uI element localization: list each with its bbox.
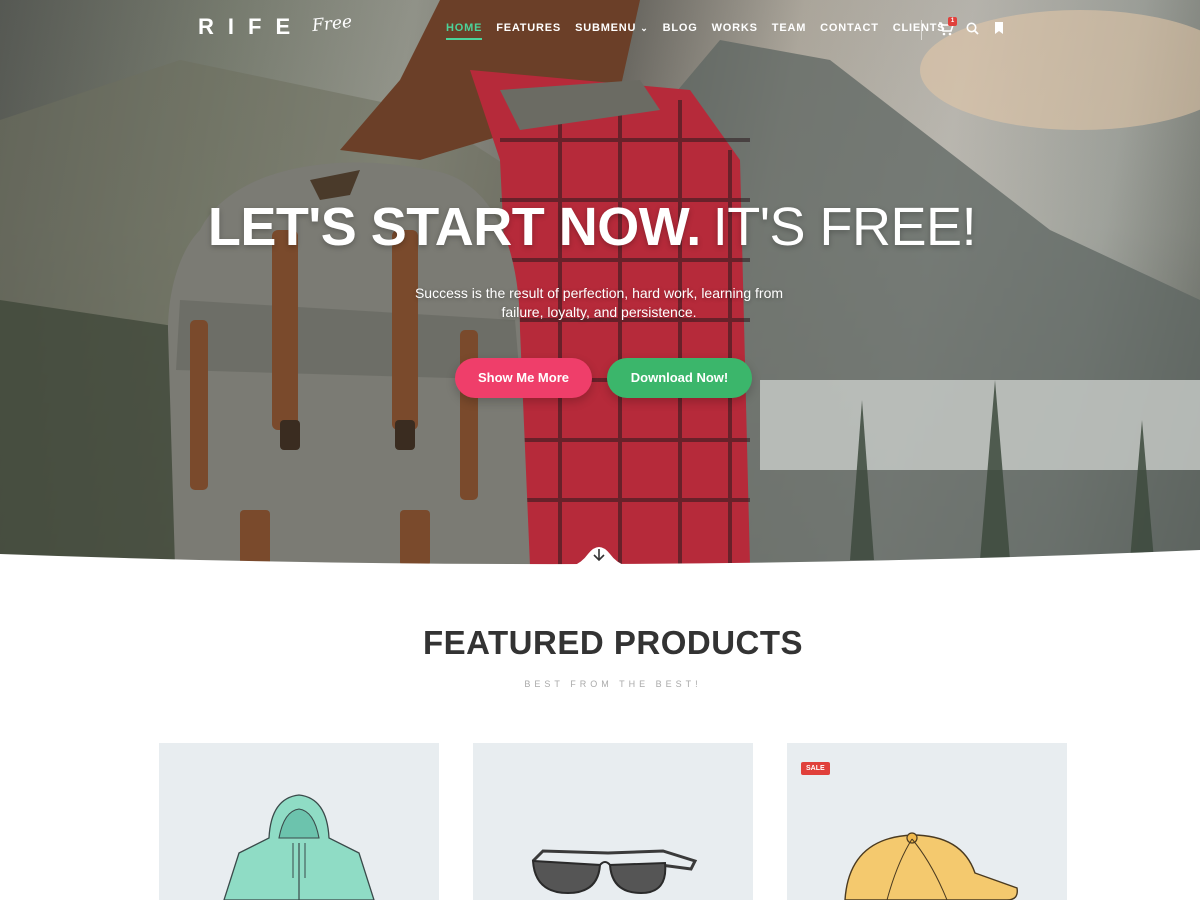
sale-badge: SALE: [801, 762, 830, 775]
hero-title: LET'S START NOW. IT'S FREE!: [0, 196, 1184, 258]
hero-section: RIFE Free HOME FEATURES SUBMENU ⌄ BLOG WO…: [0, 0, 1200, 566]
site-logo-script[interactable]: Free: [311, 12, 353, 36]
nav-item-team[interactable]: TEAM: [772, 22, 806, 40]
nav-item-features[interactable]: FEATURES: [496, 22, 561, 40]
sunglasses-image: [531, 849, 698, 895]
top-navbar: RIFE Free HOME FEATURES SUBMENU ⌄ BLOG WO…: [0, 0, 1200, 60]
nav-divider: [921, 20, 922, 40]
hero-subtitle: Success is the result of perfection, har…: [414, 285, 784, 320]
product-card-hoodie[interactable]: [159, 743, 439, 900]
nav-item-blog[interactable]: BLOG: [663, 22, 698, 40]
hero-background-image: [0, 0, 1200, 566]
nav-item-team-label: TEAM: [771, 22, 807, 34]
nav-item-home-label: HOME: [446, 22, 483, 34]
main-menu: HOME FEATURES SUBMENU ⌄ BLOG WORKS TEAM C…: [446, 22, 959, 40]
nav-item-home[interactable]: HOME: [446, 22, 483, 40]
hoodie-image: [223, 794, 375, 900]
hero-title-light: IT'S FREE!: [712, 197, 977, 257]
nav-item-contact[interactable]: CONTACT: [820, 22, 879, 40]
chevron-down-icon: ⌄: [640, 23, 649, 33]
nav-item-features-label: FEATURES: [496, 22, 562, 34]
nav-item-submenu[interactable]: SUBMENU ⌄: [575, 22, 649, 40]
download-now-button[interactable]: Download Now!: [607, 358, 752, 398]
nav-item-works-label: WORKS: [711, 22, 758, 34]
nav-item-contact-label: CONTACT: [820, 22, 879, 34]
search-icon[interactable]: [966, 22, 979, 35]
cart-count-badge: 1: [948, 17, 957, 26]
bookmark-icon[interactable]: [994, 22, 1004, 35]
product-card-cap[interactable]: SALE: [787, 743, 1067, 900]
show-me-more-button[interactable]: Show Me More: [455, 358, 592, 398]
featured-products-subtitle: BEST FROM THE BEST!: [524, 679, 702, 689]
nav-item-works[interactable]: WORKS: [712, 22, 758, 40]
product-card-sunglasses[interactable]: [473, 743, 753, 900]
nav-item-blog-label: BLOG: [662, 22, 698, 34]
featured-products-title: FEATURED PRODUCTS: [422, 624, 804, 661]
arrow-down-icon[interactable]: [588, 546, 610, 564]
nav-item-submenu-label: SUBMENU: [575, 22, 637, 34]
hero-title-strong: LET'S START NOW.: [207, 197, 701, 257]
site-logo[interactable]: RIFE: [198, 14, 304, 40]
